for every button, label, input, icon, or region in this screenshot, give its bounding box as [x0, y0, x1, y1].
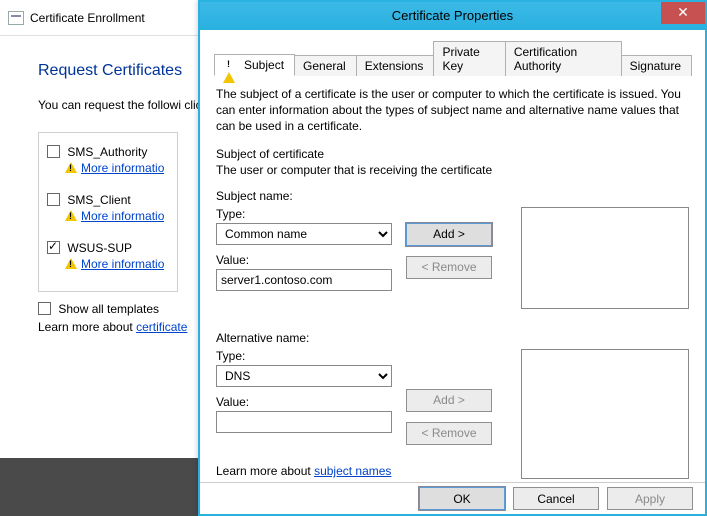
tab-private-key[interactable]: Private Key	[433, 41, 505, 76]
dialog-title: Certificate Properties	[200, 8, 705, 23]
more-info-link[interactable]: More informatio	[81, 209, 164, 223]
more-info-link[interactable]: More informatio	[81, 161, 164, 175]
checkbox-wsus-sup[interactable]	[47, 241, 60, 254]
templates-list: SMS_Authority More informatio SMS_Client…	[38, 132, 178, 292]
alt-mid: Add > < Remove	[406, 389, 496, 455]
tab-subject[interactable]: Subject	[214, 54, 295, 76]
more-info-row: More informatio	[65, 209, 173, 223]
type-label: Type:	[216, 207, 392, 221]
tab-label: Extensions	[365, 59, 424, 73]
enroll-footer	[0, 458, 198, 516]
cancel-button[interactable]: Cancel	[513, 487, 599, 510]
template-label: SMS_Authority	[67, 145, 147, 159]
tab-signature[interactable]: Signature	[621, 55, 692, 76]
warning-icon	[65, 258, 77, 269]
alt-type-select[interactable]: DNS	[216, 365, 392, 387]
subject-right	[521, 207, 689, 309]
subject-mid: Add > < Remove	[406, 223, 496, 289]
template-row: SMS_Client More informatio	[47, 193, 173, 223]
subject-left: Type: Common name Value:	[216, 207, 392, 291]
alt-left: Type: DNS Value:	[216, 349, 392, 433]
type-label: Type:	[216, 349, 392, 363]
subject-listbox[interactable]	[521, 207, 689, 309]
template-row: WSUS-SUP More informatio	[47, 241, 173, 271]
checkbox-sms-client[interactable]	[47, 193, 60, 206]
dialog-titlebar[interactable]: Certificate Properties ✕	[200, 2, 705, 30]
subject-type-select[interactable]: Common name	[216, 223, 392, 245]
tab-label: General	[303, 59, 346, 73]
value-label: Value:	[216, 395, 392, 409]
more-info-link[interactable]: More informatio	[81, 257, 164, 271]
tab-bar: Subject General Extensions Private Key C…	[214, 40, 691, 76]
tab-helptext: The subject of a certificate is the user…	[216, 86, 689, 135]
subject-name-label: Subject name:	[216, 189, 689, 203]
cert-properties-dialog: Certificate Properties ✕ Subject General…	[198, 0, 707, 516]
learn-row: Learn more about subject names	[216, 464, 391, 478]
tab-label: Subject	[244, 58, 284, 72]
learn-subject-names-link[interactable]: subject names	[314, 464, 391, 478]
apply-button[interactable]: Apply	[607, 487, 693, 510]
ok-button[interactable]: OK	[419, 487, 505, 510]
value-label: Value:	[216, 253, 392, 267]
alt-listbox[interactable]	[521, 349, 689, 479]
subject-name-group: Type: Common name Value: Add > < Remove	[216, 207, 689, 323]
show-all-label: Show all templates	[58, 302, 159, 316]
template-label: WSUS-SUP	[67, 241, 132, 255]
enroll-title: Certificate Enrollment	[30, 11, 145, 25]
template-label: SMS_Client	[67, 193, 130, 207]
certificate-icon	[8, 11, 24, 25]
alt-add-button[interactable]: Add >	[406, 389, 492, 412]
subject-value-input[interactable]	[216, 269, 392, 291]
learn-prefix: Learn more about	[38, 320, 136, 334]
tab-ca[interactable]: Certification Authority	[505, 41, 622, 76]
template-row: SMS_Authority More informatio	[47, 145, 173, 175]
tab-label: Signature	[630, 59, 681, 73]
learn-prefix: Learn more about	[216, 464, 314, 478]
learn-cert-link[interactable]: certificate	[136, 320, 187, 334]
more-info-row: More informatio	[65, 257, 173, 271]
subject-of-cert-label: Subject of certificate	[216, 147, 689, 161]
tab-extensions[interactable]: Extensions	[356, 55, 435, 76]
tab-general[interactable]: General	[294, 55, 357, 76]
dialog-client: Subject General Extensions Private Key C…	[200, 30, 705, 482]
alt-value-input[interactable]	[216, 411, 392, 433]
subject-remove-button[interactable]: < Remove	[406, 256, 492, 279]
tab-label: Private Key	[442, 45, 494, 73]
more-info-row: More informatio	[65, 161, 173, 175]
checkbox-sms-authority[interactable]	[47, 145, 60, 158]
warning-icon	[65, 162, 77, 173]
subject-desc: The user or computer that is receiving t…	[216, 163, 689, 177]
close-button[interactable]: ✕	[661, 2, 705, 24]
alt-remove-button[interactable]: < Remove	[406, 422, 492, 445]
alt-right	[521, 349, 689, 479]
alt-name-label: Alternative name:	[216, 331, 689, 345]
close-icon: ✕	[677, 4, 689, 20]
warning-icon	[223, 58, 239, 72]
warning-icon	[65, 210, 77, 221]
checkbox-show-all[interactable]	[38, 302, 51, 315]
subject-add-button[interactable]: Add >	[406, 223, 492, 246]
tab-label: Certification Authority	[514, 45, 611, 73]
